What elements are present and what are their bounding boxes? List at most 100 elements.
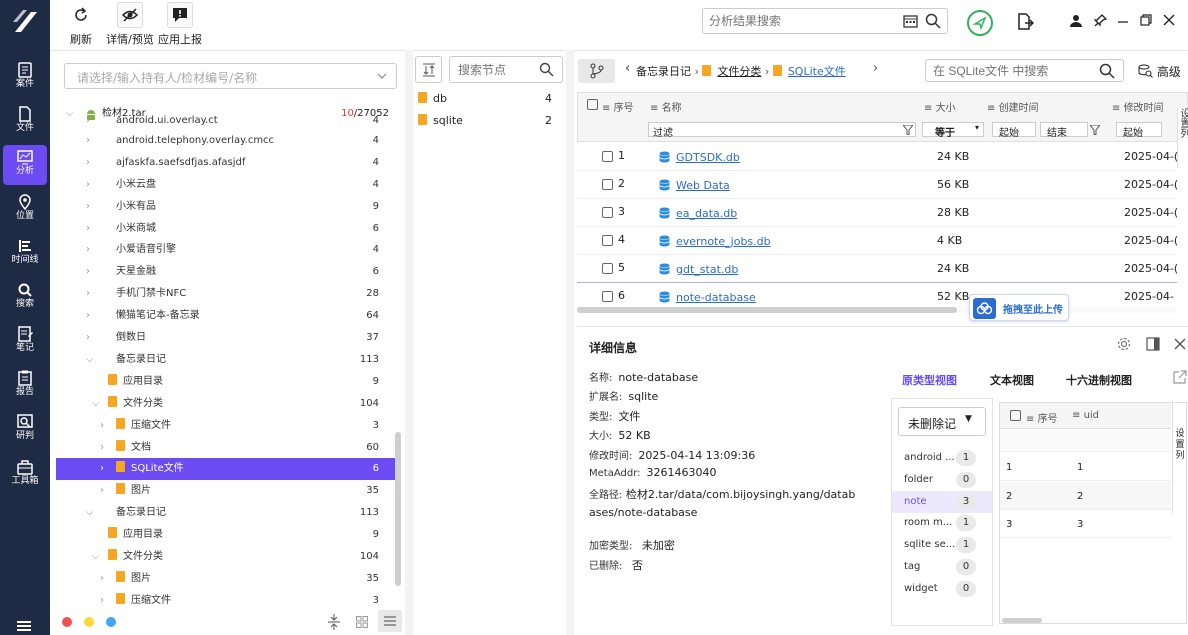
file-search-input[interactable] [933, 62, 1093, 80]
db-table-item[interactable]: tag 0 [892, 556, 992, 578]
chevron-right-icon[interactable]: › [86, 261, 90, 283]
nav-location[interactable]: 位置 [3, 190, 47, 230]
nav-toolbox[interactable]: 工具箱 [3, 455, 47, 495]
chevron-right-icon[interactable]: › [86, 196, 90, 218]
source-filter-select[interactable]: 请选择/输入持有人/检材编号/名称 [64, 63, 397, 89]
record-row[interactable]: 33 [1000, 510, 1171, 538]
chevron-down-icon[interactable]: ⌵ [86, 349, 94, 371]
size-op-select[interactable]: 等于 ▾ [922, 122, 984, 139]
row-checkbox[interactable] [602, 179, 613, 192]
tree-row[interactable]: › SQLite文件 6 [56, 458, 395, 481]
nav-case[interactable]: 案件 [3, 58, 47, 98]
nav-judge[interactable]: 研判 [3, 410, 47, 450]
record-col-seq[interactable]: ≡ 序号 [1026, 410, 1058, 425]
collapse-all-icon[interactable] [327, 614, 341, 630]
chevron-right-icon[interactable]: › [86, 130, 90, 152]
tree-row[interactable]: › 倒数日 37 [56, 327, 395, 349]
tree-row[interactable]: › ajfaskfa.saefsdfjas.afasjdf 4 [56, 152, 395, 174]
tree-row[interactable]: › 小爱语音引擎 4 [56, 239, 395, 261]
table-row[interactable]: 5 gdt_stat.db 24 KB 2025-04-( [577, 255, 1177, 283]
table-row[interactable]: 2 Web Data 56 KB 2025-04-( [577, 171, 1177, 199]
tree-row[interactable]: › android.telephony.overlay.cmcc 4 [56, 130, 395, 152]
list-view-button[interactable] [378, 610, 402, 632]
tree-row[interactable]: › android.ui.overlay.ct 4 [56, 110, 395, 132]
tree-row[interactable]: ⌵ 备忘录日记 113 [56, 349, 395, 371]
chevron-right-icon[interactable]: › [100, 458, 104, 480]
tree-row[interactable]: › 压缩文件 3 [56, 590, 395, 612]
record-settings-column[interactable]: 设置列 [1172, 403, 1187, 513]
row-checkbox[interactable] [602, 235, 613, 248]
chevron-right-icon[interactable]: › [86, 218, 90, 240]
grid-view-icon[interactable] [356, 616, 368, 628]
chevron-down-icon[interactable]: ⌵ [92, 393, 100, 415]
tree-row[interactable]: › 懒猫笔记本-备忘录 64 [56, 305, 395, 327]
settings-icon[interactable] [1117, 337, 1131, 351]
chevron-right-icon[interactable]: › [86, 327, 90, 349]
breadcrumb-item[interactable]: 文件分类 [717, 65, 761, 78]
tree-row[interactable]: ⌵ 文件分类 104 [56, 546, 395, 568]
row-checkbox[interactable] [602, 207, 613, 220]
row-name[interactable]: note-database [659, 291, 756, 304]
row-name[interactable]: ea_data.db [659, 207, 737, 220]
tree-row[interactable]: › 小米云盘 4 [56, 174, 395, 196]
search-icon[interactable] [925, 13, 941, 29]
nav-analysis[interactable]: 分析 [3, 145, 47, 185]
col-header-seq[interactable]: ≡ 序号 [602, 99, 634, 114]
table-row[interactable]: 1 GDTSDK.db 24 KB 2025-04-( [577, 143, 1177, 171]
record-filter-row[interactable] [1000, 430, 1171, 452]
app-report-button[interactable]: 应用上报 [156, 2, 204, 47]
record-filter-select[interactable]: 未删除记 ▼ [898, 407, 986, 436]
node-search-input[interactable] [458, 61, 533, 79]
export-icon[interactable] [1016, 13, 1034, 31]
col-header-name[interactable]: ≡ 名称 [650, 99, 682, 114]
analysis-search-input[interactable] [709, 12, 894, 30]
record-row[interactable]: 11 [1000, 453, 1171, 481]
chevron-down-icon[interactable]: ⌵ [92, 546, 100, 568]
tree-row[interactable]: › 小米商城 6 [56, 218, 395, 240]
node-item[interactable]: sqlite 2 [418, 112, 558, 130]
col-header-created[interactable]: ≡ 创建时间 [987, 99, 1039, 114]
col-header-modified[interactable]: ≡ 修改时间 [1112, 99, 1164, 114]
pane-splitter[interactable] [566, 50, 574, 635]
search-icon[interactable] [1099, 63, 1115, 79]
chevron-right-icon[interactable]: › [86, 174, 90, 196]
db-table-item[interactable]: folder 0 [892, 469, 992, 491]
node-item[interactable]: db 4 [418, 90, 558, 108]
filter-icon[interactable] [1090, 125, 1100, 135]
chevron-right-icon[interactable]: › [100, 415, 104, 437]
tree-row[interactable]: › 手机门禁卡NFC 28 [56, 283, 395, 305]
chevron-right-icon[interactable]: › [86, 110, 90, 132]
created-start-input[interactable]: 起始 [992, 122, 1036, 139]
col-header-size[interactable]: ≡ 大小 [924, 99, 956, 114]
menu-icon[interactable] [17, 620, 31, 632]
chevron-right-icon[interactable]: › [100, 568, 104, 590]
close-icon[interactable] [1163, 14, 1175, 27]
sort-button[interactable] [415, 56, 442, 83]
tab-hex-view[interactable]: 十六进制视图 [1066, 372, 1132, 388]
tree-row[interactable]: › 图片 35 [56, 480, 395, 502]
chevron-right-icon[interactable]: › [86, 305, 90, 327]
created-end-input[interactable]: 结束 [1040, 122, 1088, 139]
pin-icon[interactable] [1094, 14, 1107, 27]
nav-notes[interactable]: 笔记 [3, 322, 47, 362]
branch-button[interactable] [578, 59, 615, 83]
table-row[interactable]: 3 ea_data.db 28 KB 2025-04-( [577, 199, 1177, 227]
minimize-icon[interactable] [1117, 14, 1129, 27]
tree-row[interactable]: ⌵ 文件分类 104 [56, 393, 395, 415]
tree-scrollbar[interactable] [395, 432, 401, 586]
tree-row[interactable]: ⌵ 备忘录日记 113 [56, 502, 395, 524]
chevron-right-icon[interactable]: › [100, 480, 104, 502]
refresh-button[interactable]: 刷新 [66, 2, 96, 47]
row-checkbox[interactable] [602, 151, 613, 164]
detail-preview-button[interactable]: 详情/预览 [104, 2, 156, 47]
breadcrumb-item[interactable]: SQLite文件 [788, 65, 846, 78]
row-name[interactable]: gdt_stat.db [659, 263, 738, 276]
row-name[interactable]: evernote_jobs.db [659, 235, 771, 248]
tab-native-view[interactable]: 原类型视图 [902, 372, 957, 388]
nav-report[interactable]: 报告 [3, 366, 47, 406]
chevron-right-icon[interactable]: › [86, 152, 90, 174]
advanced-search-button[interactable]: 高级 [1138, 63, 1181, 80]
restore-icon[interactable] [1140, 14, 1152, 27]
chevron-right-icon[interactable]: › [86, 239, 90, 261]
chevron-right-icon[interactable]: › [100, 590, 104, 612]
